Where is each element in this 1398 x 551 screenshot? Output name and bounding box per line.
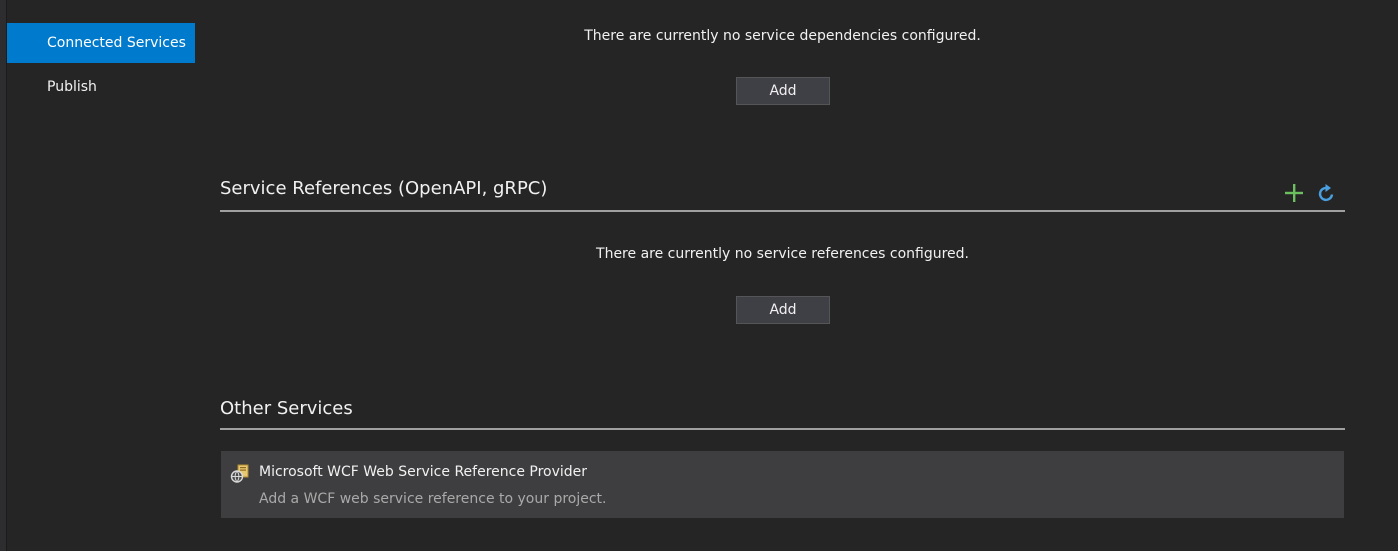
wcf-service-provider-card[interactable]: Microsoft WCF Web Service Reference Prov… (221, 451, 1344, 518)
other-services-divider (220, 428, 1345, 430)
dependencies-empty-message: There are currently no service dependenc… (584, 28, 981, 44)
add-dependency-button[interactable]: Add (736, 77, 830, 105)
service-references-title: Service References (OpenAPI, gRPC) (220, 178, 548, 199)
other-services-title: Other Services (220, 398, 353, 419)
add-service-reference-button[interactable]: Add (736, 296, 830, 324)
service-references-empty-message: There are currently no service reference… (596, 246, 969, 262)
refresh-icon[interactable] (1316, 182, 1338, 204)
plus-icon[interactable] (1283, 182, 1305, 204)
service-provider-description: Add a WCF web service reference to your … (259, 491, 607, 507)
service-provider-name: Microsoft WCF Web Service Reference Prov… (259, 464, 588, 480)
connected-services-page: Connected Services Publish There are cur… (0, 0, 1398, 551)
main-content: There are currently no service dependenc… (0, 0, 1398, 551)
wcf-service-icon (230, 464, 249, 483)
service-references-divider (220, 210, 1345, 212)
